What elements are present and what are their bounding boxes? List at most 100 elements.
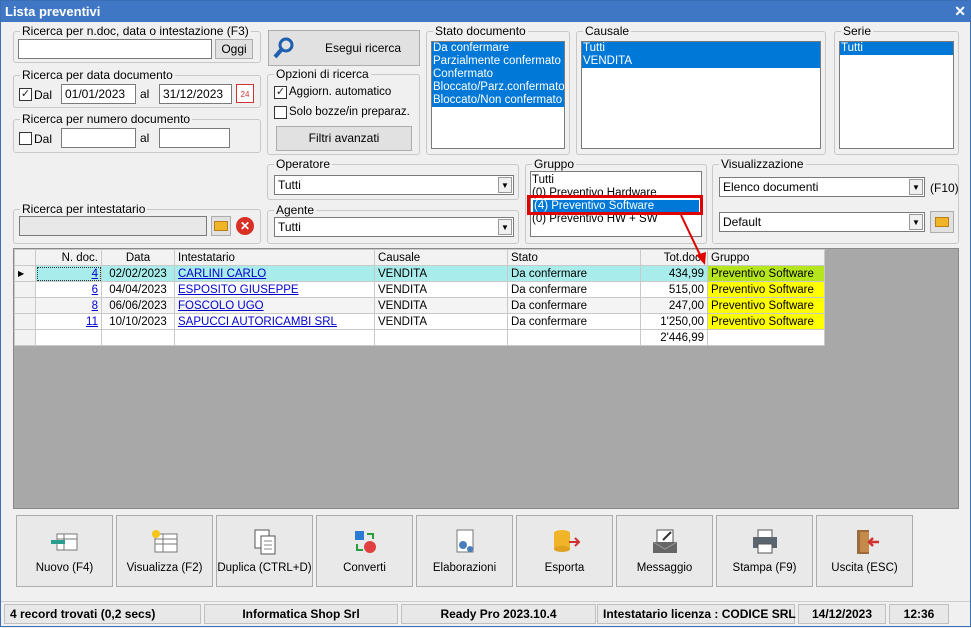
- advanced-filters-button[interactable]: Filtri avanzati: [276, 126, 412, 151]
- auto-update-checkbox[interactable]: ✓: [274, 86, 287, 99]
- search-icon: [273, 37, 294, 59]
- date-from-input[interactable]: 01/01/2023: [61, 84, 136, 104]
- column-header[interactable]: Intestatario: [174, 249, 375, 266]
- intestatario-input[interactable]: [19, 216, 207, 236]
- list-item[interactable]: VENDITA: [582, 55, 820, 68]
- customer-link[interactable]: FOSCOLO UGO: [174, 297, 375, 314]
- doc-causale: VENDITA: [374, 281, 508, 298]
- list-item[interactable]: Bloccato/Non confermato: [432, 94, 564, 107]
- folder-icon[interactable]: [211, 216, 231, 236]
- column-header[interactable]: Stato: [507, 249, 641, 266]
- search-number-label: Ricerca per numero documento: [20, 112, 193, 126]
- doc-number-link[interactable]: 8: [35, 297, 102, 314]
- list-item[interactable]: Parzialmente confermato: [432, 55, 564, 68]
- date-from-checkbox[interactable]: ✓: [19, 88, 32, 101]
- chevron-down-icon[interactable]: ▼: [909, 214, 923, 230]
- customer-link[interactable]: SAPUCCI AUTORICAMBI SRL: [174, 313, 375, 330]
- new-button[interactable]: Nuovo (F4): [16, 515, 113, 587]
- column-header[interactable]: Causale: [374, 249, 508, 266]
- list-item[interactable]: Tutti: [531, 174, 701, 187]
- chevron-down-icon[interactable]: ▼: [909, 179, 923, 195]
- documents-table: N. doc. Data Intestatario Causale Stato …: [14, 249, 825, 346]
- calendar-day: 24: [240, 90, 250, 99]
- number-to-input[interactable]: [159, 128, 230, 148]
- doc-date: 06/06/2023: [101, 297, 175, 314]
- print-button[interactable]: Stampa (F9): [716, 515, 813, 587]
- chevron-down-icon[interactable]: ▼: [498, 177, 512, 193]
- layout-select[interactable]: Default ▼: [719, 212, 925, 232]
- doc-number-link[interactable]: 11: [35, 313, 102, 330]
- date-to-input[interactable]: 31/12/2023: [159, 84, 232, 104]
- duplicate-button[interactable]: Duplica (CTRL+D): [216, 515, 313, 587]
- doc-causale: VENDITA: [374, 297, 508, 314]
- doc-total: 515,00: [640, 281, 708, 298]
- documents-grid[interactable]: N. doc. Data Intestatario Causale Stato …: [13, 248, 959, 509]
- table-row[interactable]: 8 06/06/2023 FOSCOLO UGO VENDITA Da conf…: [14, 297, 825, 314]
- column-header[interactable]: Gruppo: [707, 249, 825, 266]
- doc-number-link[interactable]: 6: [35, 281, 102, 298]
- column-header[interactable]: N. doc.: [35, 249, 102, 266]
- table-row[interactable]: 11 10/10/2023 SAPUCCI AUTORICAMBI SRL VE…: [14, 313, 825, 330]
- number-from-checkbox[interactable]: [19, 132, 32, 145]
- list-item[interactable]: Tutti: [840, 42, 953, 55]
- highlight-box: [527, 195, 703, 215]
- process-button-label: Elaborazioni: [432, 562, 497, 574]
- search-date-label: Ricerca per data documento: [20, 68, 175, 82]
- doc-date: 10/10/2023: [101, 313, 175, 330]
- doc-number-link[interactable]: 4: [35, 265, 102, 282]
- stato-list[interactable]: Da confermare Parzialmente confermato Co…: [431, 41, 565, 149]
- calendar-icon[interactable]: 24: [236, 84, 254, 103]
- serie-list[interactable]: Tutti: [839, 41, 954, 149]
- number-dal-label: Dal: [34, 132, 53, 146]
- exit-button[interactable]: Uscita (ESC): [816, 515, 913, 587]
- folder-icon[interactable]: [930, 211, 954, 233]
- agente-select[interactable]: Tutti ▼: [274, 217, 514, 237]
- chevron-down-icon[interactable]: ▼: [498, 219, 512, 235]
- message-button[interactable]: Messaggio: [616, 515, 713, 587]
- view-select[interactable]: Elenco documenti ▼: [719, 177, 925, 197]
- process-button[interactable]: Elaborazioni: [416, 515, 513, 587]
- view-button[interactable]: Visualizza (F2): [116, 515, 213, 587]
- doc-total: 1'250,00: [640, 313, 708, 330]
- drafts-checkbox[interactable]: [274, 106, 287, 119]
- list-item[interactable]: Confermato: [432, 68, 564, 81]
- doc-group: Preventivo Software: [707, 265, 825, 282]
- empty-cell: [374, 329, 508, 346]
- doc-total: 247,00: [640, 297, 708, 314]
- convert-button[interactable]: Converti: [316, 515, 413, 587]
- customer-link[interactable]: ESPOSITO GIUSEPPE: [174, 281, 375, 298]
- clear-icon[interactable]: ✕: [236, 217, 254, 235]
- exit-icon: [856, 530, 879, 554]
- status-company: Informatica Shop Srl: [204, 604, 398, 624]
- process-icon: [456, 529, 473, 553]
- column-header[interactable]: Tot.doc.: [640, 249, 708, 266]
- status-bar: 4 record trovati (0,2 secs) Informatica …: [1, 601, 970, 626]
- search-doc-input[interactable]: [18, 39, 212, 59]
- status-license: Intestatario licenza : CODICE SRL: [597, 604, 796, 624]
- view-button-label: Visualizza (F2): [126, 562, 203, 574]
- table-row[interactable]: ▶ 4 02/02/2023 CARLINI CARLO VENDITA Da …: [14, 265, 825, 282]
- doc-total: 434,99: [640, 265, 708, 282]
- operatore-select[interactable]: Tutti ▼: [274, 175, 514, 195]
- execute-search-button[interactable]: Esegui ricerca: [268, 30, 420, 66]
- table-row[interactable]: 6 04/04/2023 ESPOSITO GIUSEPPE VENDITA D…: [14, 281, 825, 298]
- row-marker-header: [14, 249, 36, 266]
- new-button-label: Nuovo (F4): [35, 562, 94, 574]
- list-item[interactable]: Tutti: [582, 42, 820, 55]
- doc-status: Da confermare: [507, 297, 641, 314]
- list-item[interactable]: Da confermare: [432, 42, 564, 55]
- title-bar: Lista preventivi ✕: [1, 1, 970, 22]
- duplicate-icon: [254, 529, 275, 555]
- number-from-input[interactable]: [61, 128, 136, 148]
- causale-list[interactable]: Tutti VENDITA: [581, 41, 821, 149]
- empty-cell: [174, 329, 375, 346]
- column-header[interactable]: Data: [101, 249, 175, 266]
- status-version: Ready Pro 2023.10.4: [401, 604, 596, 624]
- customer-link[interactable]: CARLINI CARLO: [174, 265, 375, 282]
- close-icon[interactable]: ✕: [954, 3, 966, 20]
- doc-causale: VENDITA: [374, 265, 508, 282]
- export-button[interactable]: Esporta: [516, 515, 613, 587]
- grand-total: 2'446,99: [640, 329, 708, 346]
- today-button[interactable]: Oggi: [215, 39, 253, 59]
- list-item[interactable]: Bloccato/Parz.confermato: [432, 81, 564, 94]
